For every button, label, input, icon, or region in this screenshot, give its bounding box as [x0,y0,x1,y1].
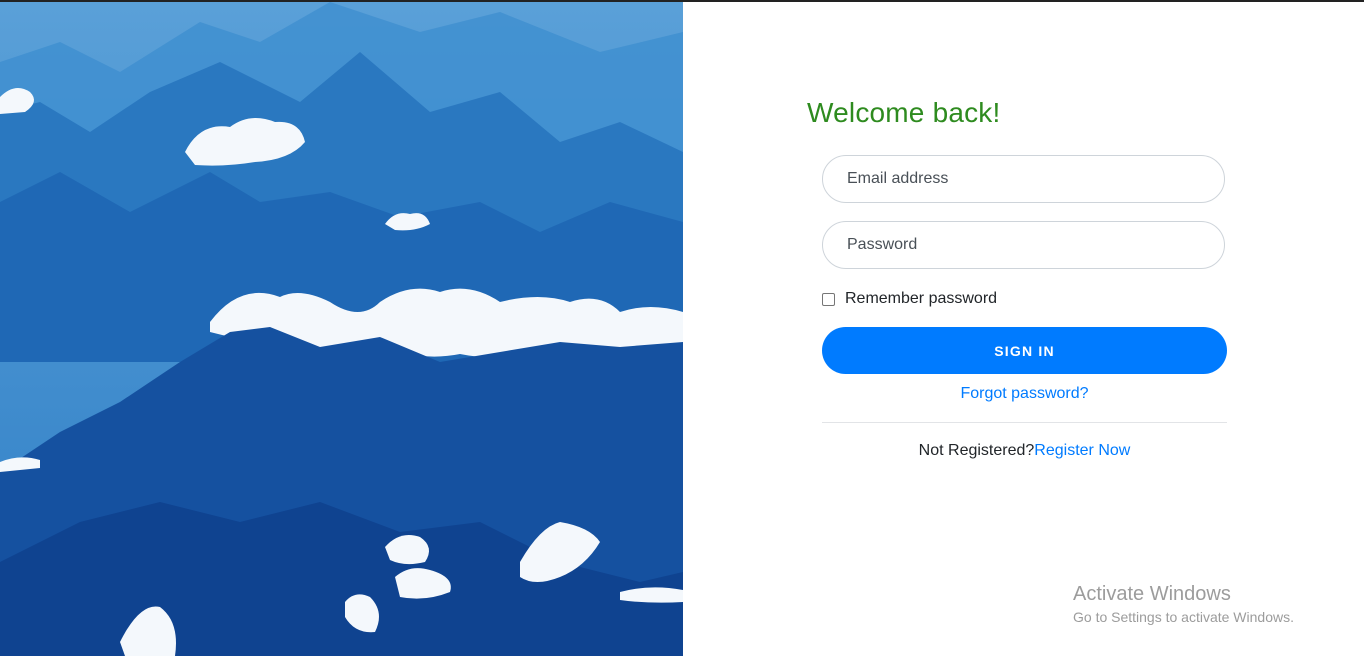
login-panel: Welcome back! Remember password SIGN IN … [683,2,1364,656]
mountain-hero-image [0,2,683,656]
activate-windows-watermark: Activate Windows Go to Settings to activ… [1073,582,1294,627]
remember-password-row[interactable]: Remember password [822,290,997,308]
not-registered-text: Not Registered? [918,442,1035,459]
email-input[interactable] [822,155,1225,203]
sign-in-button[interactable]: SIGN IN [822,327,1227,374]
remember-password-label: Remember password [845,290,998,307]
password-input[interactable] [822,221,1225,269]
divider [822,422,1227,423]
welcome-heading: Welcome back! [807,97,1001,128]
register-row: Not Registered?Register Now [822,442,1227,460]
register-now-link[interactable]: Register Now [1034,442,1130,459]
watermark-subtitle: Go to Settings to activate Windows. [1073,609,1294,625]
remember-password-checkbox[interactable] [822,292,835,306]
forgot-password-link[interactable]: Forgot password? [822,385,1227,403]
watermark-title: Activate Windows [1073,583,1231,605]
